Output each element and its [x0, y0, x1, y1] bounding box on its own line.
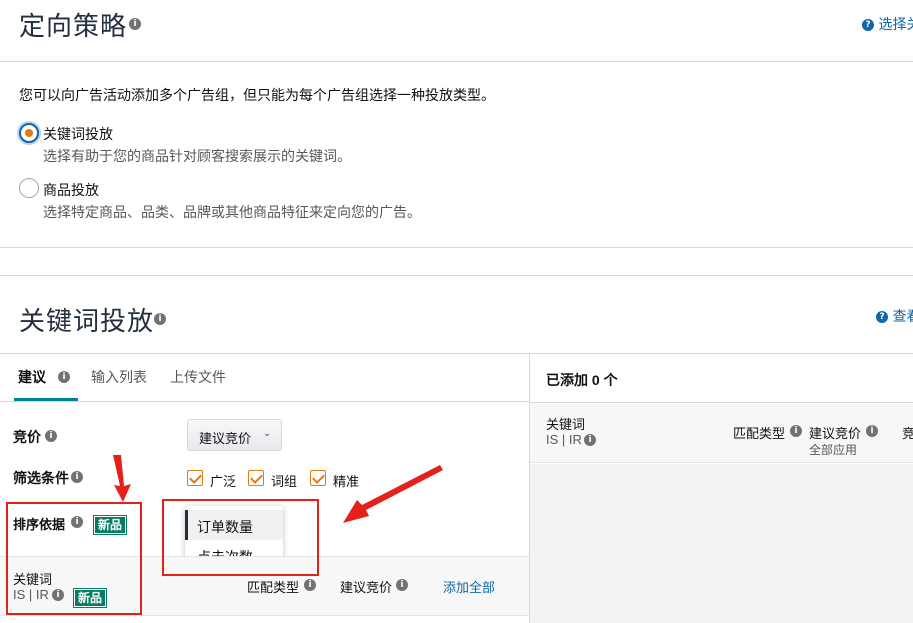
annotation-arrows [113, 455, 443, 523]
arrow-down [113, 455, 131, 502]
arrow-diagonal [343, 465, 443, 523]
